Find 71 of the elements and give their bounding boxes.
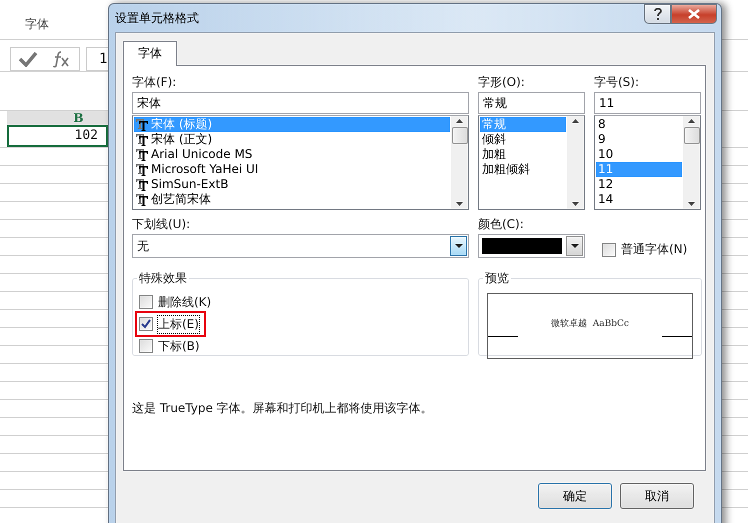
font-note: 这是 TrueType 字体。屏幕和打印机上都将使用该字体。 [132, 400, 434, 417]
help-icon [654, 8, 662, 20]
tab[interactable]: 字体 [123, 41, 177, 66]
list-item[interactable]: 12 [596, 177, 682, 192]
ribbon-group-label: 字体 [25, 16, 49, 33]
checkbox[interactable] [602, 242, 616, 256]
help-button[interactable] [644, 4, 671, 24]
scroll-thumb[interactable] [452, 126, 468, 144]
field-label: 颜色(C): [478, 216, 525, 233]
list-item[interactable]: 加粗 [480, 147, 566, 162]
truetype-icon [136, 164, 148, 176]
checkbox[interactable] [139, 295, 153, 309]
scroll-down-icon[interactable] [456, 202, 463, 206]
scroll-down-icon[interactable] [688, 202, 695, 206]
truetype-icon [136, 134, 148, 146]
list-item[interactable]: SimSun-ExtB [134, 177, 450, 192]
color-dropdown[interactable] [478, 234, 585, 258]
scrollbar[interactable] [567, 116, 584, 209]
field-label: 下划线(U): [132, 216, 192, 233]
dropdown-button[interactable] [566, 236, 583, 256]
window-title: 设置单元格格式 [115, 10, 199, 26]
close-icon [688, 9, 700, 19]
scrollbar[interactable] [451, 116, 468, 209]
check-icon[interactable] [18, 50, 38, 66]
scroll-up-icon[interactable] [688, 119, 695, 123]
dropdown-button[interactable] [450, 236, 467, 256]
list-item[interactable]: Arial Unicode MS [134, 147, 450, 162]
input-field[interactable]: 宋体 [132, 92, 469, 114]
checkbox-label[interactable]: 普通字体(N) [621, 241, 688, 258]
close-button[interactable] [671, 4, 717, 24]
list-item[interactable]: 创艺简宋体 [134, 192, 450, 207]
scroll-up-icon[interactable] [572, 119, 579, 123]
truetype-icon [136, 194, 148, 206]
truetype-icon [136, 178, 148, 190]
truetype-icon [136, 118, 148, 130]
list-item[interactable]: 宋体 (正文) [134, 132, 450, 147]
field-label: 字体(F): [132, 74, 178, 91]
truetype-icon [136, 148, 148, 160]
scroll-down-icon[interactable] [572, 202, 579, 206]
group-title: 特殊效果 [138, 270, 188, 287]
list-item[interactable]: 倾斜 [480, 132, 566, 147]
dropdown[interactable]: 无 [132, 234, 469, 258]
checkbox-label[interactable]: 删除线(K) [157, 292, 212, 312]
group-title: 预览 [484, 270, 510, 287]
checkbox-label[interactable]: 上标(E) [157, 314, 200, 334]
check-icon [141, 319, 151, 329]
checkbox-label[interactable]: 下标(B) [157, 336, 201, 356]
list-item[interactable]: 8 [596, 117, 682, 132]
list-box[interactable]: 8 9 10 11 12 14 [594, 115, 701, 210]
preview-text: 微软卓越 AaBbCc [551, 318, 629, 330]
list-box[interactable]: 常规 倾斜 加粗 加粗倾斜 [478, 115, 585, 210]
input-field[interactable]: 11 [594, 92, 701, 114]
list-item[interactable]: 9 [596, 132, 682, 147]
scroll-thumb[interactable] [684, 126, 700, 144]
input-field[interactable]: 常规 [478, 92, 585, 114]
ok-button[interactable]: 确定 [538, 483, 612, 509]
list-item[interactable]: 加粗倾斜 [480, 162, 566, 177]
list-item[interactable]: 14 [596, 192, 682, 207]
checkbox[interactable] [139, 317, 153, 331]
cancel-button[interactable]: 取消 [620, 483, 694, 509]
caret-icon [454, 244, 462, 248]
list-item[interactable]: Microsoft YaHei UI [134, 162, 450, 177]
field-label: 字形(O): [478, 74, 526, 91]
scroll-up-icon[interactable] [456, 119, 463, 123]
list-item[interactable]: 10 [596, 147, 682, 162]
table-cell[interactable]: 102 [7, 125, 108, 147]
list-box[interactable]: 宋体 (标题) 宋体 (正文) Arial Unicode MS Microsoft YaHei UI SimSun-ExtB 创艺简宋体 [132, 115, 469, 210]
caret-icon [570, 244, 578, 248]
checkbox[interactable] [139, 339, 153, 353]
field-label: 字号(S): [594, 74, 640, 91]
scrollbar[interactable] [683, 116, 700, 209]
